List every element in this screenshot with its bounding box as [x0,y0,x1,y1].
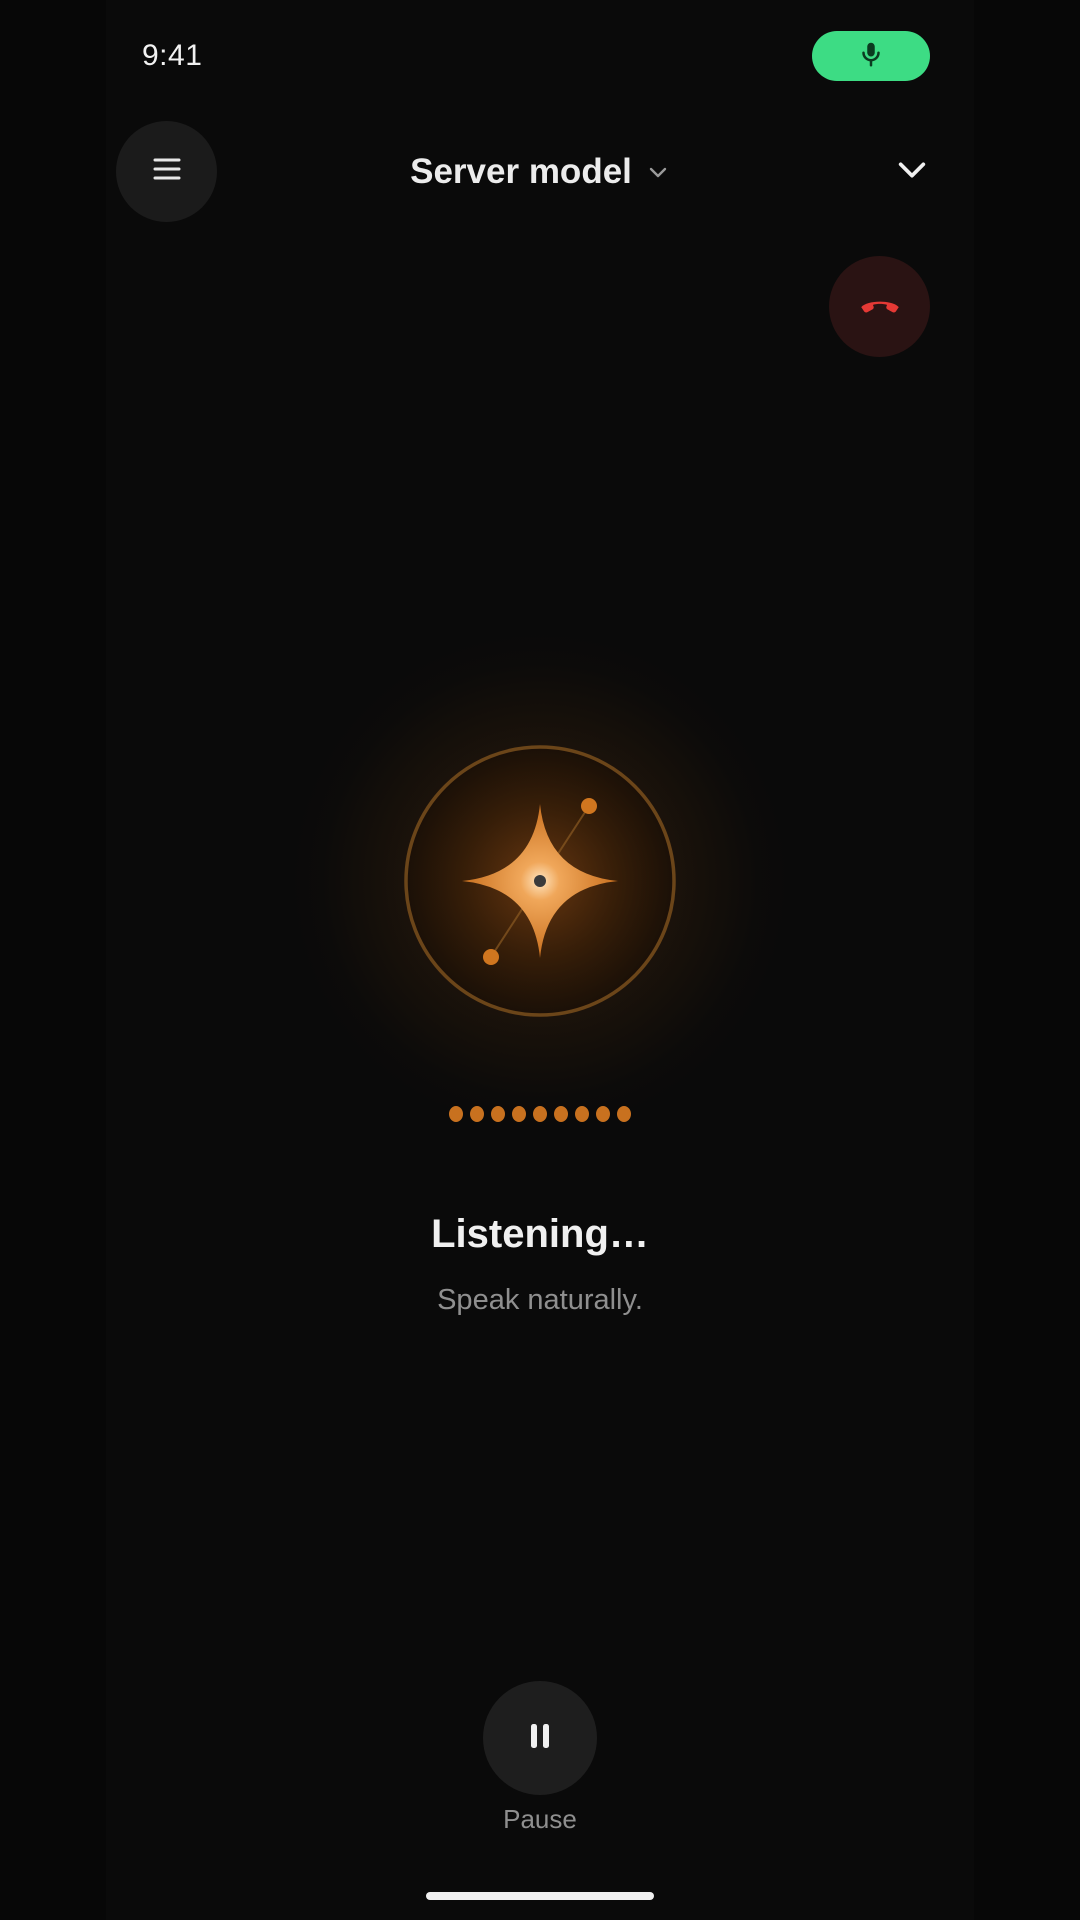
end-call-button[interactable] [829,256,930,357]
status-bar-time: 9:41 [142,39,203,72]
audio-level-dot [533,1106,547,1122]
listening-status-subtitle: Speak naturally. [437,1284,643,1316]
chevron-down-icon [646,160,670,184]
listening-status-title: Listening… [431,1212,649,1256]
collapse-button[interactable] [886,146,938,198]
voice-mode-screen: 9:41 Server model Listening… Speak natur… [0,0,1080,1920]
home-indicator[interactable] [426,1892,654,1900]
audio-level-dot [596,1106,610,1122]
hamburger-menu-icon [149,151,185,192]
model-title: Server model [410,152,632,191]
side-shade-right [974,0,1080,1920]
audio-level-dot [449,1106,463,1122]
audio-level-dot [554,1106,568,1122]
mic-active-indicator[interactable] [812,31,930,81]
chevron-down-icon [895,153,929,192]
pause-button[interactable] [483,1681,597,1795]
menu-button[interactable] [116,121,217,222]
pause-icon [522,1718,558,1759]
microphone-icon [856,39,886,74]
hang-up-phone-icon [855,279,905,334]
audio-level-dot [470,1106,484,1122]
audio-level-dot [617,1106,631,1122]
side-shade-left [0,0,106,1920]
model-selector[interactable]: Server model [400,146,680,198]
audio-level-dot [575,1106,589,1122]
audio-level-dot [512,1106,526,1122]
sparkle-orb-icon [403,744,677,1018]
audio-level-dot [491,1106,505,1122]
audio-level-indicator [440,1106,640,1126]
pause-label: Pause [503,1804,577,1834]
